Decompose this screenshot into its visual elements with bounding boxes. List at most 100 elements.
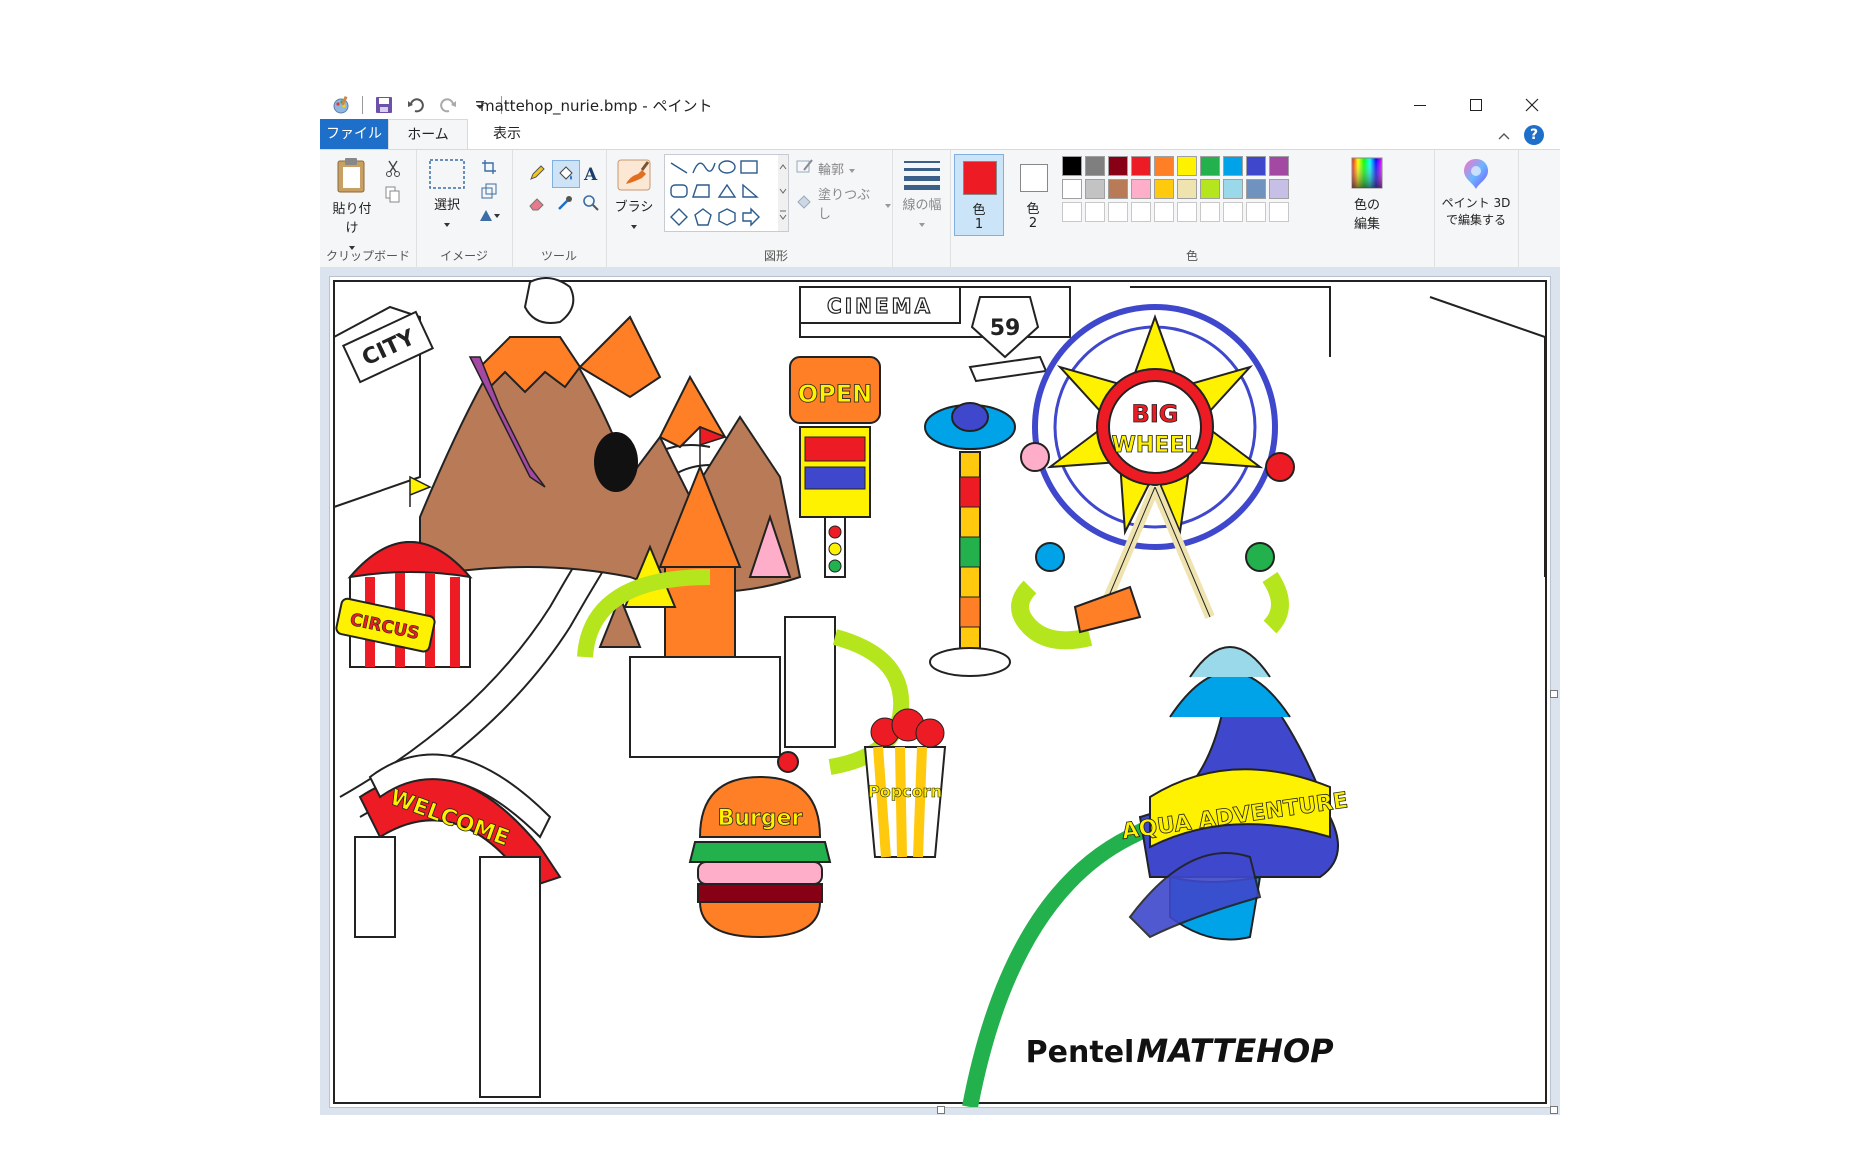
- custom-color-slot[interactable]: [1223, 202, 1243, 222]
- fill-button[interactable]: 塗りつぶし: [796, 184, 892, 222]
- palette-swatch[interactable]: [1269, 179, 1289, 199]
- text-icon[interactable]: A: [580, 162, 602, 184]
- brand-mattehop: MATTEHOP: [1136, 1032, 1334, 1070]
- custom-color-slot[interactable]: [1269, 202, 1289, 222]
- resize-handle-right[interactable]: [1550, 690, 1558, 698]
- custom-color-slot[interactable]: [1246, 202, 1266, 222]
- cut-icon[interactable]: [382, 158, 404, 180]
- sign-popcorn: Popcorn: [868, 782, 942, 801]
- resize-handle-bottom[interactable]: [937, 1106, 945, 1114]
- minimize-ribbon-icon[interactable]: [1498, 126, 1510, 145]
- undo-icon[interactable]: [405, 94, 427, 116]
- paste-button[interactable]: 貼り付け: [328, 156, 376, 255]
- group-image: 選択 イメージ: [416, 150, 513, 268]
- help-icon[interactable]: ?: [1524, 125, 1544, 145]
- size-button[interactable]: 線の幅: [898, 158, 946, 232]
- group-label-image: イメージ: [440, 249, 488, 263]
- size-label: 線の幅: [902, 198, 942, 213]
- color2-swatch: [1020, 164, 1048, 192]
- palette-swatch[interactable]: [1269, 156, 1289, 176]
- selection-rectangle-icon: [428, 158, 466, 194]
- palette-swatch[interactable]: [1200, 156, 1220, 176]
- palette-swatch[interactable]: [1154, 156, 1174, 176]
- color1-swatch: [963, 161, 997, 195]
- ribbon-tabs: ファイル ホーム 表示 ?: [320, 119, 1560, 150]
- paste-label: 貼り付け: [332, 202, 372, 236]
- redo-icon[interactable]: [437, 94, 459, 116]
- palette-swatch[interactable]: [1131, 156, 1151, 176]
- edit-with-paint3d-button[interactable]: ペイント 3D で編集する: [1436, 156, 1516, 228]
- palette-swatch[interactable]: [1200, 179, 1220, 199]
- shapes-gallery-scroll[interactable]: [778, 154, 789, 232]
- svg-text:A: A: [583, 165, 598, 182]
- palette-swatch[interactable]: [1085, 179, 1105, 199]
- color2-label-a: 色: [1026, 202, 1040, 217]
- color-picker-icon[interactable]: [554, 192, 576, 214]
- line-width-icon: [902, 158, 942, 194]
- tab-file[interactable]: ファイル: [320, 119, 388, 149]
- palette-swatch[interactable]: [1062, 156, 1082, 176]
- shapes-gallery[interactable]: [664, 154, 780, 232]
- palette-swatch[interactable]: [1108, 156, 1128, 176]
- brand-pentel: Pentel: [1026, 1035, 1135, 1070]
- edit-colors-button[interactable]: 色の 編集: [1342, 156, 1392, 232]
- palette-swatch[interactable]: [1177, 179, 1197, 199]
- magnifier-icon[interactable]: [580, 192, 602, 214]
- chevron-down-icon: [884, 194, 892, 213]
- copy-icon[interactable]: [382, 184, 404, 206]
- group-label-tools: ツール: [540, 249, 577, 263]
- resize-handle-corner[interactable]: [1550, 1106, 1558, 1114]
- coloring-page-illustration: CITY CINEMA 59 CIRCUS OPEN BIG WHEEL WEL…: [330, 277, 1550, 1109]
- custom-color-slot[interactable]: [1108, 202, 1128, 222]
- paint-window: mattehop_nurie.bmp - ペイント ファイル ホーム 表示 ?: [320, 85, 1560, 1115]
- clipboard-icon: [334, 156, 370, 198]
- edit-colors-label-b: 編集: [1353, 217, 1380, 232]
- select-button[interactable]: 選択: [424, 158, 470, 232]
- custom-color-slot[interactable]: [1085, 202, 1105, 222]
- brush-label: ブラシ: [614, 200, 654, 215]
- sign-open: OPEN: [798, 380, 872, 408]
- qat-separator: [362, 96, 363, 114]
- save-icon[interactable]: [373, 94, 395, 116]
- color1-label-a: 色: [972, 203, 986, 218]
- brush-button[interactable]: ブラシ: [612, 158, 656, 234]
- drawing-canvas[interactable]: CITY CINEMA 59 CIRCUS OPEN BIG WHEEL WEL…: [330, 277, 1550, 1109]
- fill-bucket-icon[interactable]: [552, 160, 580, 188]
- sign-wheel: WHEEL: [1112, 433, 1199, 458]
- palette-swatch[interactable]: [1154, 179, 1174, 199]
- palette-swatch[interactable]: [1131, 179, 1151, 199]
- custom-color-slot[interactable]: [1177, 202, 1197, 222]
- outline-button[interactable]: 輪郭: [796, 158, 856, 178]
- canvas-workspace: CITY CINEMA 59 CIRCUS OPEN BIG WHEEL WEL…: [320, 267, 1560, 1115]
- crop-icon[interactable]: [478, 156, 500, 178]
- sign-burger: Burger: [718, 806, 803, 831]
- chevron-down-icon: [918, 213, 926, 232]
- palette-swatch[interactable]: [1223, 179, 1243, 199]
- custom-color-slot[interactable]: [1131, 202, 1151, 222]
- palette-swatch[interactable]: [1246, 179, 1266, 199]
- group-label-colors: 色: [1185, 249, 1198, 263]
- palette-swatch[interactable]: [1177, 156, 1197, 176]
- chevron-down-icon: [443, 213, 451, 232]
- custom-color-slot[interactable]: [1154, 202, 1174, 222]
- palette-swatch[interactable]: [1085, 156, 1105, 176]
- rotate-icon[interactable]: [478, 204, 500, 226]
- color1-button[interactable]: 色 1: [954, 154, 1004, 236]
- tab-home[interactable]: ホーム: [388, 119, 468, 150]
- custom-color-slot[interactable]: [1200, 202, 1220, 222]
- palette-swatch[interactable]: [1246, 156, 1266, 176]
- custom-color-slot[interactable]: [1062, 202, 1082, 222]
- fill-label: 塗りつぶし: [818, 188, 871, 222]
- eraser-icon[interactable]: [526, 192, 548, 214]
- palette-swatch[interactable]: [1062, 179, 1082, 199]
- palette-swatch[interactable]: [1223, 156, 1243, 176]
- brush-icon: [616, 158, 652, 196]
- pencil-icon[interactable]: [526, 162, 548, 184]
- resize-icon[interactable]: [478, 180, 500, 202]
- paint-app-icon[interactable]: [330, 94, 352, 116]
- tab-view[interactable]: 表示: [472, 119, 542, 149]
- outline-icon: [796, 158, 814, 178]
- palette-swatch[interactable]: [1108, 179, 1128, 199]
- color2-button[interactable]: 色 2: [1008, 154, 1058, 236]
- window-title: mattehop_nurie.bmp - ペイント: [480, 97, 713, 115]
